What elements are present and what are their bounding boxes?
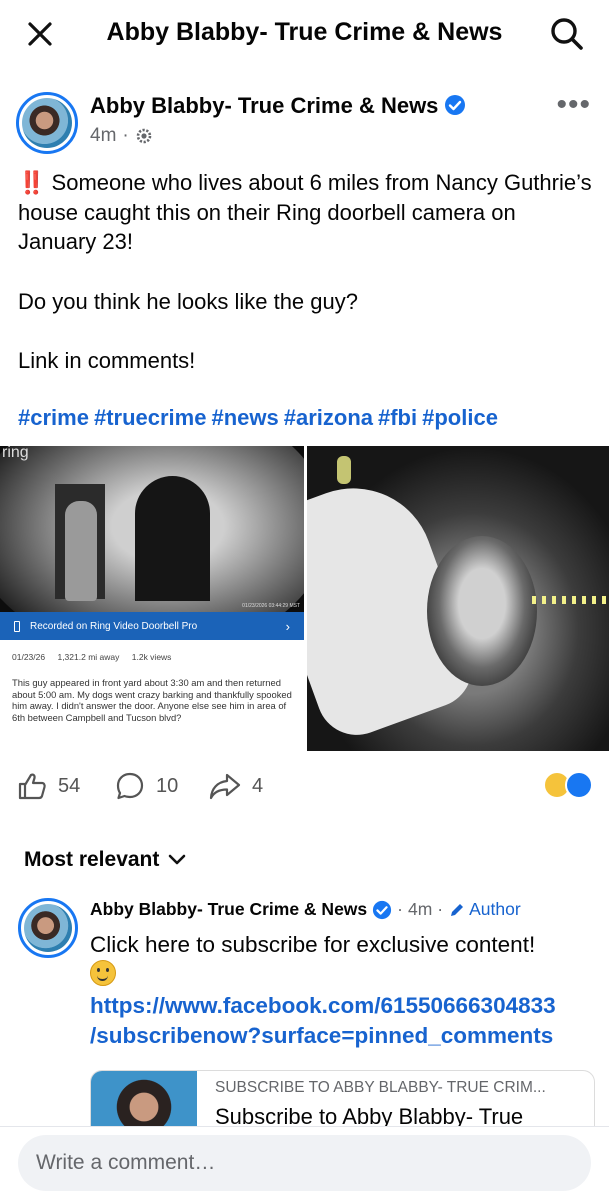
link-line-1[interactable]: https://www.facebook.com/61550666304833 bbox=[90, 993, 556, 1018]
separator: · bbox=[437, 899, 444, 919]
comment-count: 10 bbox=[156, 774, 179, 797]
search-icon[interactable] bbox=[547, 14, 587, 54]
string-lights bbox=[532, 596, 609, 604]
comment-button[interactable]: 10 bbox=[114, 770, 178, 802]
preview-source: SUBSCRIBE TO ABBY BLABBY- TRUE CRIM... bbox=[215, 1079, 546, 1096]
more-options-icon[interactable]: ••• bbox=[556, 90, 591, 120]
comment-sort-dropdown[interactable]: Most relevant bbox=[24, 848, 187, 872]
meta-separator: · bbox=[122, 125, 129, 146]
ring-description: This guy appeared in front yard about 3:… bbox=[12, 677, 292, 724]
share-button[interactable]: 4 bbox=[208, 770, 263, 802]
thumbs-up-icon bbox=[18, 773, 46, 800]
ring-date: 01/23/26 bbox=[12, 652, 46, 662]
comment-author[interactable]: Abby Blabby- True Crime & News bbox=[90, 899, 367, 920]
top-bar: Abby Blabby- True Crime & News bbox=[0, 0, 609, 68]
comment-bubble-icon bbox=[116, 772, 144, 800]
verified-badge-icon bbox=[373, 900, 392, 919]
smiley-emoji-icon bbox=[90, 960, 116, 986]
link-preview-card[interactable]: SUBSCRIBE TO ABBY BLABBY- TRUE CRIM... S… bbox=[90, 1070, 595, 1126]
hashtag-link[interactable]: #crime bbox=[18, 405, 89, 430]
comment-time: 4m bbox=[407, 899, 433, 919]
preview-title: Subscribe to Abby Blabby- True bbox=[215, 1104, 524, 1126]
post-text-1: Someone who lives about 6 miles from Nan… bbox=[18, 170, 592, 254]
comment-input-box[interactable] bbox=[18, 1135, 591, 1191]
verified-badge-icon bbox=[445, 95, 466, 115]
hashtag-link[interactable]: #fbi bbox=[378, 405, 417, 430]
pencil-icon bbox=[451, 903, 464, 916]
post-author-name[interactable]: Abby Blabby- True Crime & News bbox=[90, 93, 438, 118]
chevron-down-icon bbox=[169, 854, 186, 865]
chevron-right-icon: › bbox=[285, 618, 290, 634]
arch-window bbox=[135, 476, 210, 601]
post-time[interactable]: 4m bbox=[90, 125, 116, 147]
hashtag-link[interactable]: #arizona bbox=[284, 405, 373, 430]
comment-composer bbox=[0, 1126, 609, 1200]
like-button[interactable]: 54 bbox=[16, 770, 80, 802]
ring-camera-frame: ring 01/23/2026 03:44:29 MST bbox=[0, 446, 304, 612]
ring-banner: Recorded on Ring Video Doorbell Pro › bbox=[0, 612, 304, 640]
ring-timestamp: 01/23/2026 03:44:29 MST bbox=[242, 603, 300, 609]
post-meta: 4m · bbox=[90, 125, 153, 147]
ring-views: 1.2k views bbox=[131, 652, 172, 662]
post-actions: 54 10 4 bbox=[0, 762, 609, 810]
post-author[interactable]: Abby Blabby- True Crime & News bbox=[90, 93, 466, 119]
comment-text: Click here to subscribe for exclusive co… bbox=[90, 930, 595, 990]
share-count: 4 bbox=[252, 774, 264, 797]
face-shape bbox=[427, 536, 537, 686]
ring-logo: ring bbox=[2, 446, 29, 461]
gear-icon bbox=[136, 128, 152, 144]
person-figure bbox=[65, 501, 97, 601]
doorbell-device-icon bbox=[14, 620, 20, 632]
author-badge-label: Author bbox=[469, 899, 521, 919]
comment-sort-label: Most relevant bbox=[24, 848, 160, 871]
subscribe-link[interactable]: https://www.facebook.com/61550666304833 … bbox=[90, 991, 595, 1051]
post-paragraph-3: Link in comments! bbox=[18, 348, 196, 373]
double-exclamation-icon: ‼️ bbox=[18, 170, 46, 195]
separator: · bbox=[397, 899, 403, 919]
share-arrow-icon bbox=[209, 773, 241, 800]
doorbell-closeup-image[interactable] bbox=[307, 446, 609, 751]
comment-body: Click here to subscribe for exclusive co… bbox=[90, 932, 536, 957]
author-avatar[interactable] bbox=[16, 92, 78, 154]
hashtag-link[interactable]: #truecrime bbox=[94, 405, 207, 430]
post-paragraph-2: Do you think he looks like the guy? bbox=[18, 288, 358, 314]
ring-distance: 1,321.2 mi away bbox=[57, 652, 120, 662]
ring-info: 01/23/26 1,321.2 mi away 1.2k views bbox=[12, 652, 181, 662]
link-line-2[interactable]: /subscribenow?surface=pinned_comments bbox=[90, 1023, 553, 1048]
hashtag-link[interactable]: #news bbox=[211, 405, 278, 430]
post-body: ‼️ Someone who lives about 6 miles from … bbox=[18, 168, 593, 406]
ring-screenshot-image[interactable]: ring 01/23/2026 03:44:29 MST Recorded on… bbox=[0, 446, 304, 751]
ring-banner-text: Recorded on Ring Video Doorbell Pro bbox=[30, 620, 198, 632]
reaction-summary[interactable] bbox=[543, 771, 593, 799]
page-title: Abby Blabby- True Crime & News bbox=[106, 18, 503, 46]
like-reaction-icon bbox=[565, 771, 593, 799]
hashtags: #crime #truecrime #news #arizona #fbi #police bbox=[18, 405, 503, 431]
preview-thumbnail bbox=[91, 1071, 197, 1126]
like-count: 54 bbox=[58, 774, 81, 797]
comment-header: Abby Blabby- True Crime & News · 4m · Au… bbox=[90, 899, 521, 920]
post-paragraph-1: ‼️ Someone who lives about 6 miles from … bbox=[18, 168, 593, 257]
comment-avatar[interactable] bbox=[18, 898, 78, 958]
porch-light bbox=[337, 456, 351, 484]
author-badge: Author bbox=[448, 899, 521, 920]
hashtag-link[interactable]: #police bbox=[422, 405, 498, 430]
comment-input[interactable] bbox=[36, 1135, 576, 1191]
